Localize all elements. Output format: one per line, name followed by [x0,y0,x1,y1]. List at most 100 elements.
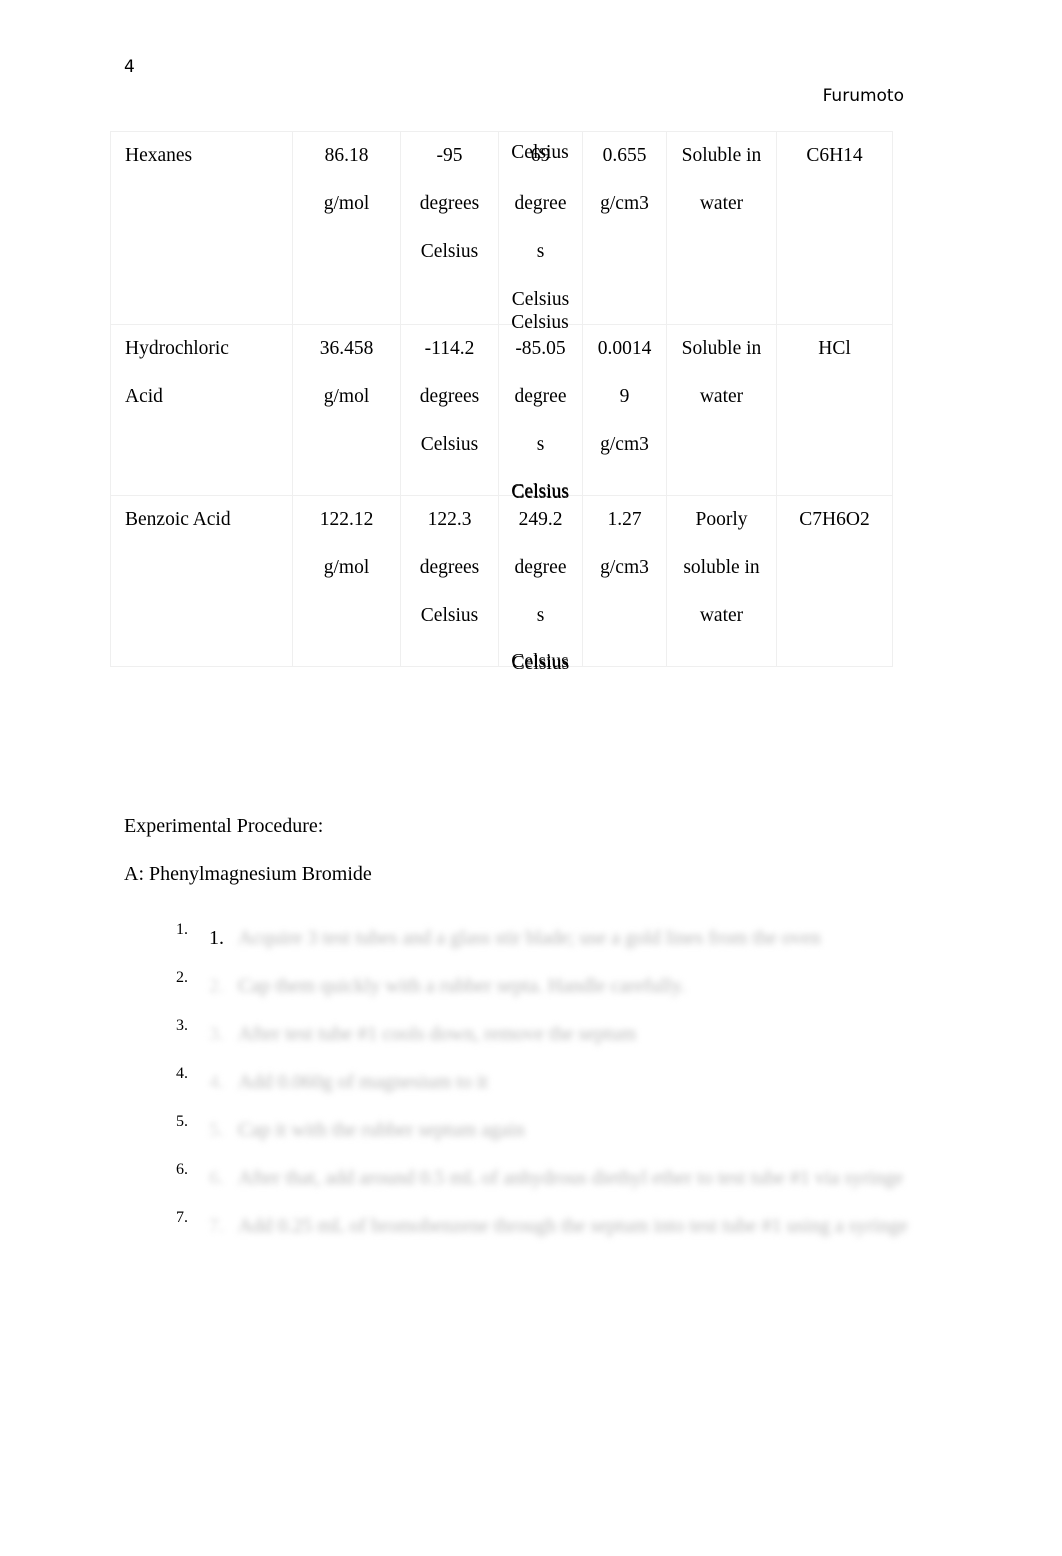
cell-line: water [699,193,744,214]
cell-lines: HCl [777,325,892,373]
cell-lines: C7H6O2 [777,496,892,544]
table-row: Benzoic Acid 122.12 g/mol 122.3 degrees … [110,495,893,674]
list-item-text: Add 0.060g of magnesium to it [238,1071,488,1093]
cell-lines: 0.655 g/cm3 [583,132,666,228]
cell-lines: Hydrochloric Acid [111,325,292,421]
cell-line: Soluble in [681,145,762,166]
table-overflow-text: Celsius [511,142,569,163]
list-item-marker: 6. [209,1167,224,1189]
cell-line: 1.27 [607,509,642,530]
list-item-text: Cap it with the rubber septum again [238,1119,525,1141]
list-item: 3. After test tube #1 cools down, remove … [192,1017,952,1065]
cell-solubility: Soluble in water [666,324,777,496]
cell-line: degrees [419,193,480,214]
cell-lines: Benzoic Acid [111,496,292,544]
cell-line: Hydrochloric [125,338,229,359]
cell-lines: 122.3 degrees Celsius [401,496,498,640]
cell-line: Acid [125,386,163,407]
list-item-marker: 2. [209,975,224,997]
cell-boiling-point: -85.05 degree s Celsius [498,324,583,503]
list-item: 7. Add 0.25 mL of bromobenzene through th… [192,1209,952,1257]
table-overflow-text: Celsius [511,481,569,502]
cell-line: 0.0014 [597,338,652,359]
cell-line: g/cm3 [600,434,649,455]
cell-lines: 36.458 g/mol [293,325,400,421]
cell-solubility: Soluble in water [666,131,777,325]
cell-line: Celsius [420,605,479,626]
experimental-procedure-heading: Experimental Procedure: [124,815,324,837]
cell-lines: 0.0014 9 g/cm3 [583,325,666,469]
table-overflow-text: Celsius [511,651,569,672]
cell-line: -114.2 [424,338,475,359]
cell-line: Benzoic Acid [125,509,231,530]
list-item-marker: 1. [209,927,224,949]
list-item-marker: 4. [209,1071,224,1093]
cell-line: 122.3 [427,509,472,530]
cell-line: s [536,605,545,626]
cell-line: g/cm3 [600,193,649,214]
chemical-properties-table: Hexanes 86.18 g/mol -95 degrees Celsius [110,131,893,674]
running-header: Furumoto [822,86,904,106]
cell-molar-mass: 36.458 g/mol [292,324,401,496]
cell-line: s [536,434,545,455]
cell-lines: 86.18 g/mol [293,132,400,228]
cell-line: Hexanes [125,145,193,166]
table-row: Hydrochloric Acid 36.458 g/mol -114.2 de… [110,324,893,503]
cell-lines: 1.27 g/cm3 [583,496,666,592]
document-page: 4 Furumoto Hexanes 86.18 g/mol -95 degre… [0,0,1062,1556]
cell-line: g/cm3 [600,557,649,578]
cell-melting-point: 122.3 degrees Celsius [400,495,499,667]
table-overflow-text: Celsius [511,312,569,333]
cell-compound-name: Benzoic Acid [110,495,293,667]
list-item-text: Acquire 3 test tubes and a glass stir bl… [238,927,821,949]
cell-formula: HCl [776,324,893,496]
cell-formula: C6H14 [776,131,893,325]
list-item-marker: 5. [209,1119,224,1141]
cell-line: water [699,605,744,626]
cell-density: 1.27 g/cm3 [582,495,667,667]
cell-line: 86.18 [324,145,369,166]
list-item-marker: 7. [209,1215,224,1237]
cell-line: g/mol [323,193,370,214]
cell-compound-name: Hydrochloric Acid [110,324,293,496]
cell-line: degree [514,557,567,578]
cell-line: C6H14 [806,145,863,166]
list-item: 5. Cap it with the rubber septum again [192,1113,952,1161]
cell-lines: 122.12 g/mol [293,496,400,592]
cell-line: degrees [419,386,480,407]
cell-lines: Soluble in water [667,325,776,421]
cell-line: Poorly [695,509,748,530]
cell-lines: Soluble in water [667,132,776,228]
cell-line: water [699,386,744,407]
cell-formula: C7H6O2 [776,495,893,667]
cell-line: 0.655 [602,145,647,166]
list-item-text: After that, add around 0.5 mL of anhydro… [238,1167,904,1189]
cell-density: 0.655 g/cm3 [582,131,667,325]
list-item-text: Cap them quickly with a rubber septa. Ha… [238,975,686,997]
cell-line: -95 [436,145,463,166]
cell-line: Celsius [420,241,479,262]
cell-line: degrees [419,557,480,578]
cell-line: C7H6O2 [799,509,870,530]
cell-lines: C6H14 [777,132,892,180]
cell-line: s [536,241,545,262]
cell-compound-name: Hexanes [110,131,293,325]
cell-melting-point: -95 degrees Celsius [400,131,499,325]
cell-line: 36.458 [319,338,374,359]
cell-lines: Poorly soluble in water [667,496,776,640]
list-item: 4. Add 0.060g of magnesium to it [192,1065,952,1113]
cell-melting-point: -114.2 degrees Celsius [400,324,499,496]
cell-line: degree [514,386,567,407]
cell-line: g/mol [323,557,370,578]
cell-line: Soluble in [681,338,762,359]
cell-molar-mass: 86.18 g/mol [292,131,401,325]
cell-line: HCl [818,338,851,359]
cell-density: 0.0014 9 g/cm3 [582,324,667,496]
cell-line: g/mol [323,386,370,407]
list-item: 6. After that, add around 0.5 mL of anhyd… [192,1161,952,1209]
cell-boiling-point: 249.2 degree s Celsius [498,495,583,674]
cell-lines: -114.2 degrees Celsius [401,325,498,469]
page-number: 4 [124,57,135,77]
cell-line: soluble in [683,557,760,578]
cell-line: 122.12 [319,509,374,530]
